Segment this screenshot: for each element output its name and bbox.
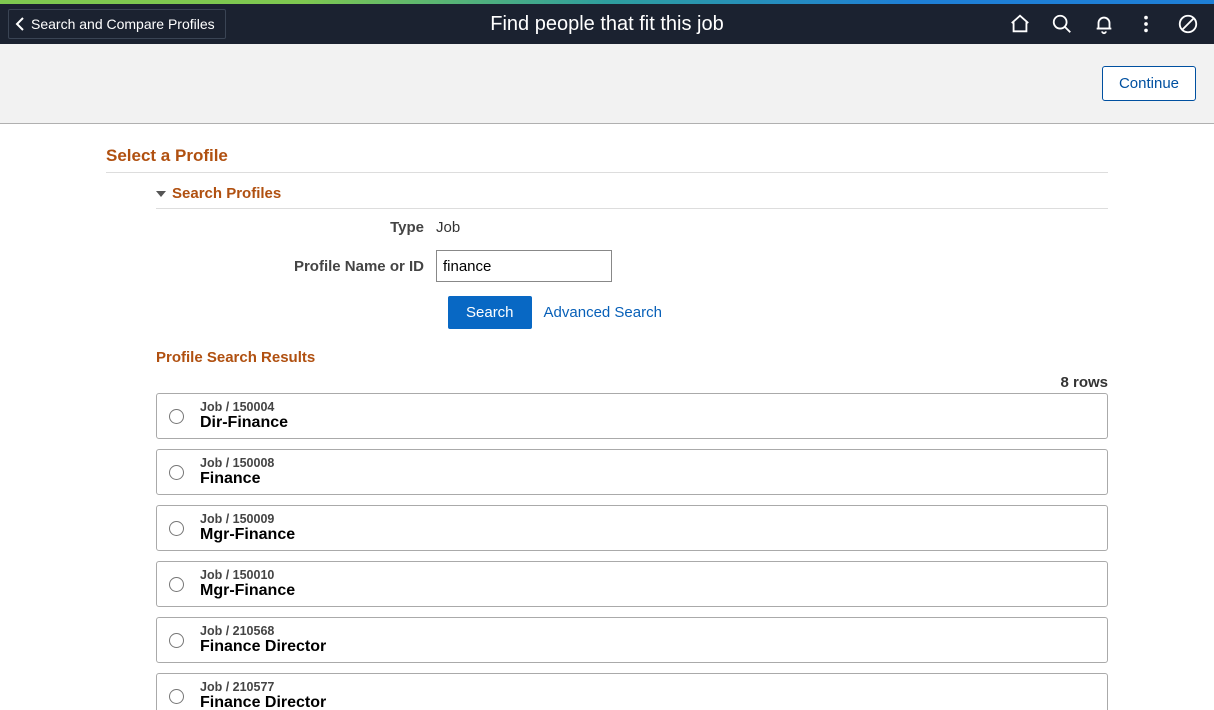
results-scroll[interactable]: Job / 150004Dir-FinanceJob / 150008Finan… bbox=[156, 393, 1108, 710]
results-wrap: 8 rows Job / 150004Dir-FinanceJob / 1500… bbox=[156, 374, 1108, 710]
result-name: Finance Director bbox=[200, 638, 326, 656]
back-button[interactable]: Search and Compare Profiles bbox=[8, 9, 226, 39]
profile-name-row: Profile Name or ID bbox=[156, 250, 1108, 282]
result-row[interactable]: Job / 150004Dir-Finance bbox=[156, 393, 1108, 439]
type-label: Type bbox=[156, 219, 436, 236]
continue-button[interactable]: Continue bbox=[1102, 66, 1196, 101]
topbar: Search and Compare Profiles Find people … bbox=[0, 4, 1214, 44]
back-label: Search and Compare Profiles bbox=[31, 16, 215, 32]
profile-name-label: Profile Name or ID bbox=[156, 258, 436, 275]
search-profiles-header-label: Search Profiles bbox=[172, 185, 281, 202]
result-radio[interactable] bbox=[169, 577, 184, 592]
action-bar: Continue bbox=[0, 44, 1214, 124]
result-name: Mgr-Finance bbox=[200, 582, 295, 600]
search-profiles-section: Search Profiles Type Job Profile Name or… bbox=[156, 185, 1108, 710]
result-row[interactable]: Job / 210568Finance Director bbox=[156, 617, 1108, 663]
topbar-icons bbox=[1008, 12, 1200, 36]
result-id-line: Job / 210577 bbox=[200, 680, 326, 694]
type-value: Job bbox=[436, 219, 460, 236]
result-row[interactable]: Job / 150008Finance bbox=[156, 449, 1108, 495]
kebab-menu-icon[interactable] bbox=[1134, 12, 1158, 36]
rows-count: 8 rows bbox=[156, 374, 1108, 391]
result-radio[interactable] bbox=[169, 409, 184, 424]
home-icon[interactable] bbox=[1008, 12, 1032, 36]
result-text: Job / 150010Mgr-Finance bbox=[200, 568, 295, 600]
page-title: Find people that fit this job bbox=[490, 13, 723, 36]
search-profiles-header[interactable]: Search Profiles bbox=[156, 185, 1108, 209]
result-text: Job / 150008Finance bbox=[200, 456, 274, 488]
type-row: Type Job bbox=[156, 219, 1108, 236]
content: Select a Profile Search Profiles Type Jo… bbox=[0, 124, 1214, 710]
result-radio[interactable] bbox=[169, 633, 184, 648]
result-row[interactable]: Job / 210577Finance Director bbox=[156, 673, 1108, 710]
result-text: Job / 150009Mgr-Finance bbox=[200, 512, 295, 544]
result-row[interactable]: Job / 150010Mgr-Finance bbox=[156, 561, 1108, 607]
search-button-row: Search Advanced Search bbox=[448, 296, 1108, 329]
result-text: Job / 150004Dir-Finance bbox=[200, 400, 288, 432]
result-id-line: Job / 150009 bbox=[200, 512, 295, 526]
result-text: Job / 210568Finance Director bbox=[200, 624, 326, 656]
select-profile-title: Select a Profile bbox=[106, 146, 1108, 173]
result-id-line: Job / 150004 bbox=[200, 400, 288, 414]
bell-icon[interactable] bbox=[1092, 12, 1116, 36]
result-row[interactable]: Job / 150009Mgr-Finance bbox=[156, 505, 1108, 551]
chevron-left-icon bbox=[15, 17, 25, 31]
result-radio[interactable] bbox=[169, 465, 184, 480]
result-name: Dir-Finance bbox=[200, 414, 288, 432]
result-name: Finance bbox=[200, 470, 274, 488]
result-name: Mgr-Finance bbox=[200, 526, 295, 544]
result-name: Finance Director bbox=[200, 694, 326, 710]
compass-icon[interactable] bbox=[1176, 12, 1200, 36]
search-button[interactable]: Search bbox=[448, 296, 532, 329]
result-text: Job / 210577Finance Director bbox=[200, 680, 326, 710]
search-icon[interactable] bbox=[1050, 12, 1074, 36]
chevron-down-icon bbox=[156, 191, 166, 197]
results-title: Profile Search Results bbox=[156, 349, 1108, 366]
advanced-search-link[interactable]: Advanced Search bbox=[544, 304, 662, 321]
profile-name-input[interactable] bbox=[436, 250, 612, 282]
result-id-line: Job / 210568 bbox=[200, 624, 326, 638]
result-radio[interactable] bbox=[169, 521, 184, 536]
result-id-line: Job / 150010 bbox=[200, 568, 295, 582]
result-radio[interactable] bbox=[169, 689, 184, 704]
result-id-line: Job / 150008 bbox=[200, 456, 274, 470]
